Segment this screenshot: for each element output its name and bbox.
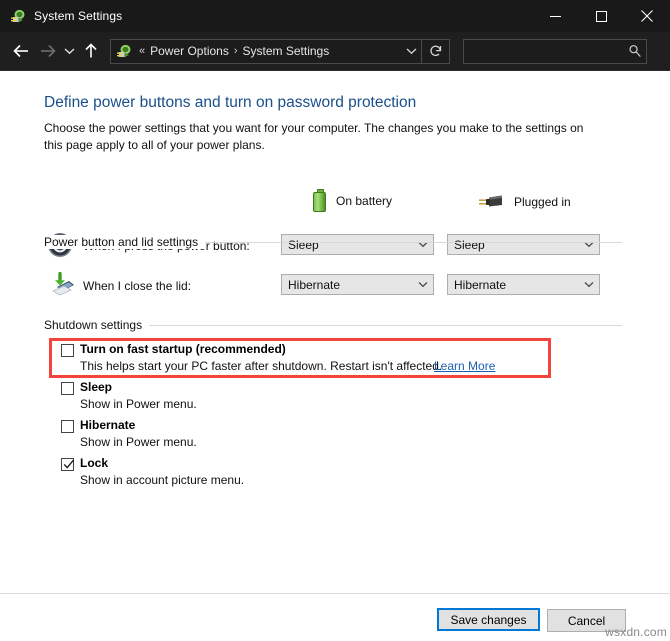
group-rule-shutdown	[137, 325, 622, 326]
combo-power-button-plugged-in-value: Sleep	[454, 237, 485, 252]
checkbox-hibernate[interactable]	[61, 420, 74, 433]
save-changes-button[interactable]: Save changes	[437, 608, 540, 631]
address-bar[interactable]: « Power Options › System Settings	[110, 38, 450, 64]
laptop-lid-icon	[47, 271, 74, 298]
combo-close-lid-on-battery[interactable]: Hibernate	[281, 274, 434, 295]
back-button[interactable]	[8, 38, 34, 64]
window-controls	[532, 0, 670, 32]
setting-fast-startup-title: Turn on fast startup (recommended)	[80, 342, 286, 356]
checkmark-icon	[63, 459, 74, 469]
combo-power-button-on-battery[interactable]: Sleep	[281, 234, 434, 255]
address-power-options-icon	[116, 43, 132, 59]
combo-close-lid-on-battery-value: Hibernate	[288, 277, 341, 292]
breadcrumb-separator-icon: ›	[233, 45, 238, 57]
maximize-button[interactable]	[578, 0, 624, 32]
address-chevron-down-icon[interactable]	[401, 47, 421, 55]
recent-locations-chevron-down-icon[interactable]	[60, 38, 78, 64]
combo-power-button-plugged-in[interactable]: Sleep	[447, 234, 600, 255]
search-input[interactable]	[464, 43, 624, 59]
watermark: wsxdn.com	[605, 625, 667, 639]
learn-more-link[interactable]: Learn More	[434, 359, 495, 373]
page-title: Define power buttons and turn on passwor…	[44, 94, 417, 111]
setting-hibernate-description: Show in Power menu.	[80, 435, 197, 449]
combo-close-lid-plugged-in-value: Hibernate	[454, 277, 507, 292]
setting-sleep-description: Show in Power menu.	[80, 397, 197, 411]
column-header-plugged-in: Plugged in	[478, 193, 571, 211]
breadcrumb-overflow-icon[interactable]: «	[136, 45, 148, 57]
combo-close-lid-plugged-in[interactable]: Hibernate	[447, 274, 600, 295]
footer-divider	[0, 593, 670, 594]
up-button[interactable]	[78, 38, 104, 64]
setting-hibernate-title: Hibernate	[80, 418, 136, 432]
breadcrumb-power-options[interactable]: Power Options	[148, 44, 231, 58]
column-header-plugged-in-label: Plugged in	[514, 195, 571, 209]
navigation-toolbar: « Power Options › System Settings	[0, 32, 670, 71]
group-label-power-lid: Power button and lid settings	[44, 235, 206, 249]
group-rule-power-lid	[170, 242, 622, 243]
close-button[interactable]	[624, 0, 670, 32]
breadcrumb-system-settings[interactable]: System Settings	[241, 44, 332, 58]
checkbox-sleep[interactable]	[61, 382, 74, 395]
setting-lock-description: Show in account picture menu.	[80, 473, 245, 487]
setting-fast-startup-description: This helps start your PC faster after sh…	[80, 359, 443, 373]
power-plug-icon	[478, 193, 504, 211]
window-title: System Settings	[34, 9, 123, 23]
minimize-button[interactable]	[532, 0, 578, 32]
group-label-shutdown: Shutdown settings	[44, 318, 150, 332]
content-area: Define power buttons and turn on passwor…	[0, 72, 670, 641]
combo-chevron-down-icon[interactable]	[413, 281, 433, 288]
power-options-icon	[10, 8, 26, 24]
combo-power-button-on-battery-value: Sleep	[288, 237, 319, 252]
setting-lock-title: Lock	[80, 456, 109, 470]
refresh-icon[interactable]	[421, 39, 449, 63]
setting-sleep-title: Sleep	[80, 380, 113, 394]
combo-chevron-down-icon[interactable]	[579, 281, 599, 288]
search-box[interactable]	[463, 38, 647, 64]
search-icon[interactable]	[624, 44, 646, 58]
forward-button[interactable]	[34, 38, 60, 64]
row-label-close-lid: When I close the lid:	[83, 279, 192, 293]
checkbox-fast-startup[interactable]	[61, 344, 74, 357]
title-bar: System Settings	[0, 0, 670, 32]
battery-icon	[313, 189, 326, 212]
column-header-on-battery: On battery	[313, 189, 392, 212]
checkbox-lock[interactable]	[61, 458, 74, 471]
column-header-on-battery-label: On battery	[336, 193, 393, 208]
page-description: Choose the power settings that you want …	[44, 121, 584, 152]
